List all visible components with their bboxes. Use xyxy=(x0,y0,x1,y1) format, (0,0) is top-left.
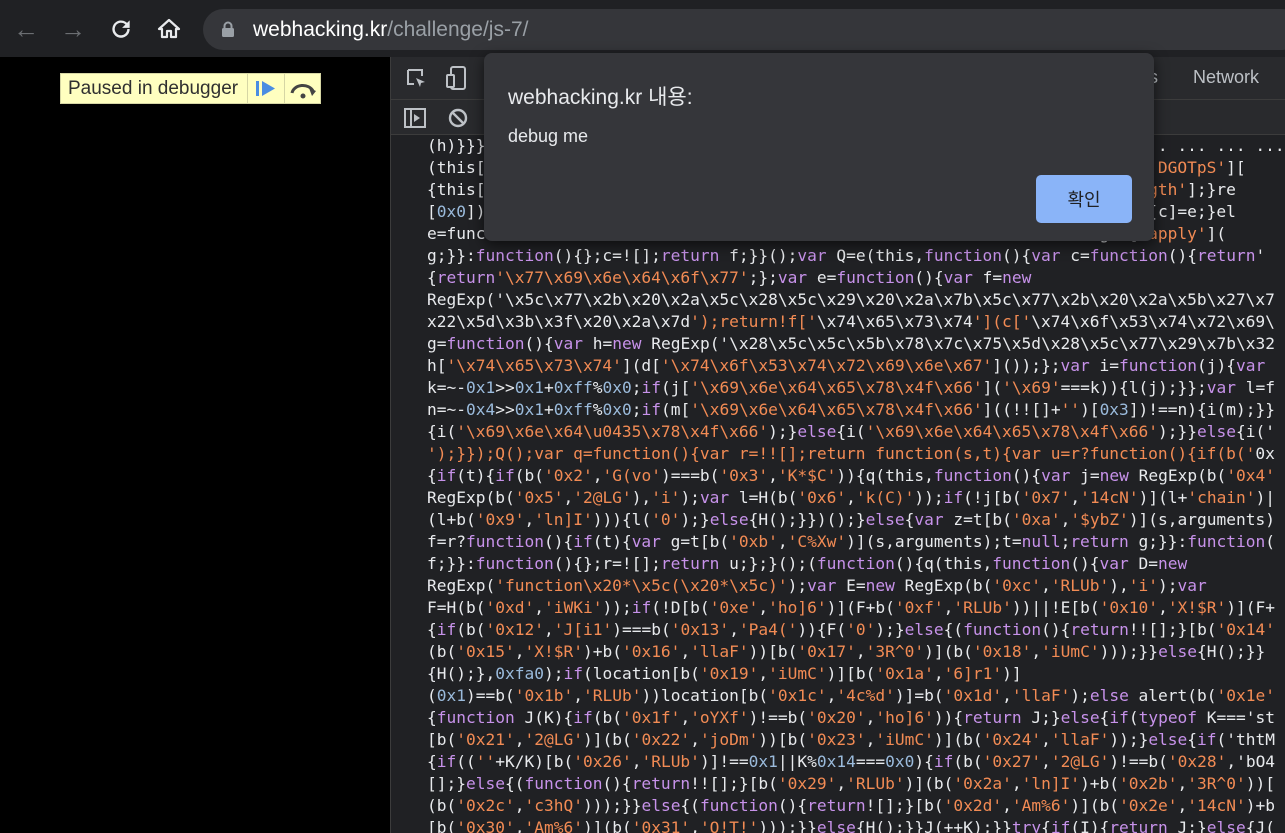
code-line: RegExp(b('0x5','2@LG'),'i');var l=H(b('0… xyxy=(427,488,1276,507)
code-line: [b('0x21','2@LG')](b('0x22','joDm'))[b('… xyxy=(427,730,1276,749)
code-line: {if((''+K/K)[b('0x26','RLUb')]!==0x1||K%… xyxy=(427,752,1276,771)
code-line: F=H(b('0xd','iWKi'));if(!D[b('0xe','ho]6… xyxy=(427,598,1276,617)
code-line: (b('0x15','X!$R')+b('0x16','llaF'))[b('0… xyxy=(427,642,1266,661)
resume-button[interactable] xyxy=(247,74,285,103)
tab-network[interactable]: Network xyxy=(1193,67,1259,88)
code-line: f=r?function(){if(t){var g=t[b('0xb','C%… xyxy=(427,532,1275,551)
code-line: [b('0x30','Am%6')](b('0x31','O!T!')));}}… xyxy=(427,818,1276,833)
code-line: g;}}:function(){};c=![];return f;}}();va… xyxy=(427,246,1266,265)
code-line: g=function(){var h=new RegExp('\x28\x5c\… xyxy=(427,334,1275,353)
step-over-icon xyxy=(290,83,316,99)
step-over-button[interactable] xyxy=(284,74,322,103)
code-line: k=~-0x1>>0x1+0xff%0x0;if(j['\x69\x6e\x64… xyxy=(427,378,1275,397)
resume-icon xyxy=(256,81,275,96)
page-viewport xyxy=(0,57,390,833)
code-line: (b('0x2c','c3hQ')));}}else{(function(){r… xyxy=(427,796,1276,815)
code-line: {if(t){if(b('0x2','G(vo')===b('0x3','K*$… xyxy=(427,466,1276,485)
code-line: ');}});Q();var q=function(){var r=!![];r… xyxy=(427,444,1275,463)
back-arrow-icon[interactable]: ← xyxy=(9,10,43,48)
address-bar[interactable]: webhacking.kr/challenge/js-7/ xyxy=(203,9,1285,50)
code-line: RegExp('\x5c\x77\x2b\x20\x2a\x5c\x28\x5c… xyxy=(427,290,1275,309)
ok-button[interactable]: 확인 xyxy=(1036,175,1132,223)
home-icon[interactable] xyxy=(152,10,186,48)
device-toolbar-icon[interactable] xyxy=(445,65,469,91)
browser-toolbar: ← → webhacking.kr/challenge/js-7/ xyxy=(0,0,1285,57)
forward-arrow-icon[interactable]: → xyxy=(56,10,90,48)
inspect-element-icon[interactable] xyxy=(405,67,429,91)
code-line: {if(b('0x12','J[i1')===b('0x13','Pa4('))… xyxy=(427,620,1276,639)
url-text: webhacking.kr/challenge/js-7/ xyxy=(253,18,529,41)
code-line: (l+b('0x9','ln]I'))){l('0');}else{H();}}… xyxy=(427,510,1275,529)
code-line: {i('\x69\x6e\x64\u0435\x78\x4f\x66');}el… xyxy=(427,422,1275,441)
alert-dialog: webhacking.kr 내용: debug me 확인 xyxy=(484,53,1154,241)
lock-icon xyxy=(222,21,234,37)
code-line: n=~-0x4>>0x1+0xff%0x0;if(m['\x69\x6e\x64… xyxy=(427,400,1275,419)
debugger-paused-banner: Paused in debugger xyxy=(60,73,321,104)
clear-icon[interactable] xyxy=(447,107,469,129)
dialog-title: webhacking.kr 내용: xyxy=(508,86,693,109)
code-line: RegExp('function\x20*\x5c(\x20*\x5c)');v… xyxy=(427,576,1207,595)
paused-label: Paused in debugger xyxy=(68,78,239,99)
code-line: [];}else{(function(){return!![];}[b('0x2… xyxy=(427,774,1276,793)
dialog-message: debug me xyxy=(508,126,589,146)
reload-icon[interactable] xyxy=(104,10,138,48)
code-line: (0x1)==b('0x1b','RLUb'))location[b('0x1c… xyxy=(427,686,1276,705)
toggle-sidebar-icon[interactable] xyxy=(403,107,427,129)
code-line: {H();},0xfa0);if(location[b('0x19','iUmC… xyxy=(427,664,1022,683)
code-line: f;}}:function(){};r=![];return u;};}();(… xyxy=(427,554,1188,573)
code-line: {function J(K){if(b('0x1f','oYXf')!==b('… xyxy=(427,708,1276,727)
code-line: {return'\x77\x69\x6e\x64\x6f\x77';};var … xyxy=(427,268,1032,287)
code-line: x22\x5d\x3b\x3f\x20\x2a\x7d');return!f['… xyxy=(427,312,1275,331)
code-line: h['\x74\x65\x73\x74'](d['\x74\x6f\x53\x7… xyxy=(427,356,1266,375)
